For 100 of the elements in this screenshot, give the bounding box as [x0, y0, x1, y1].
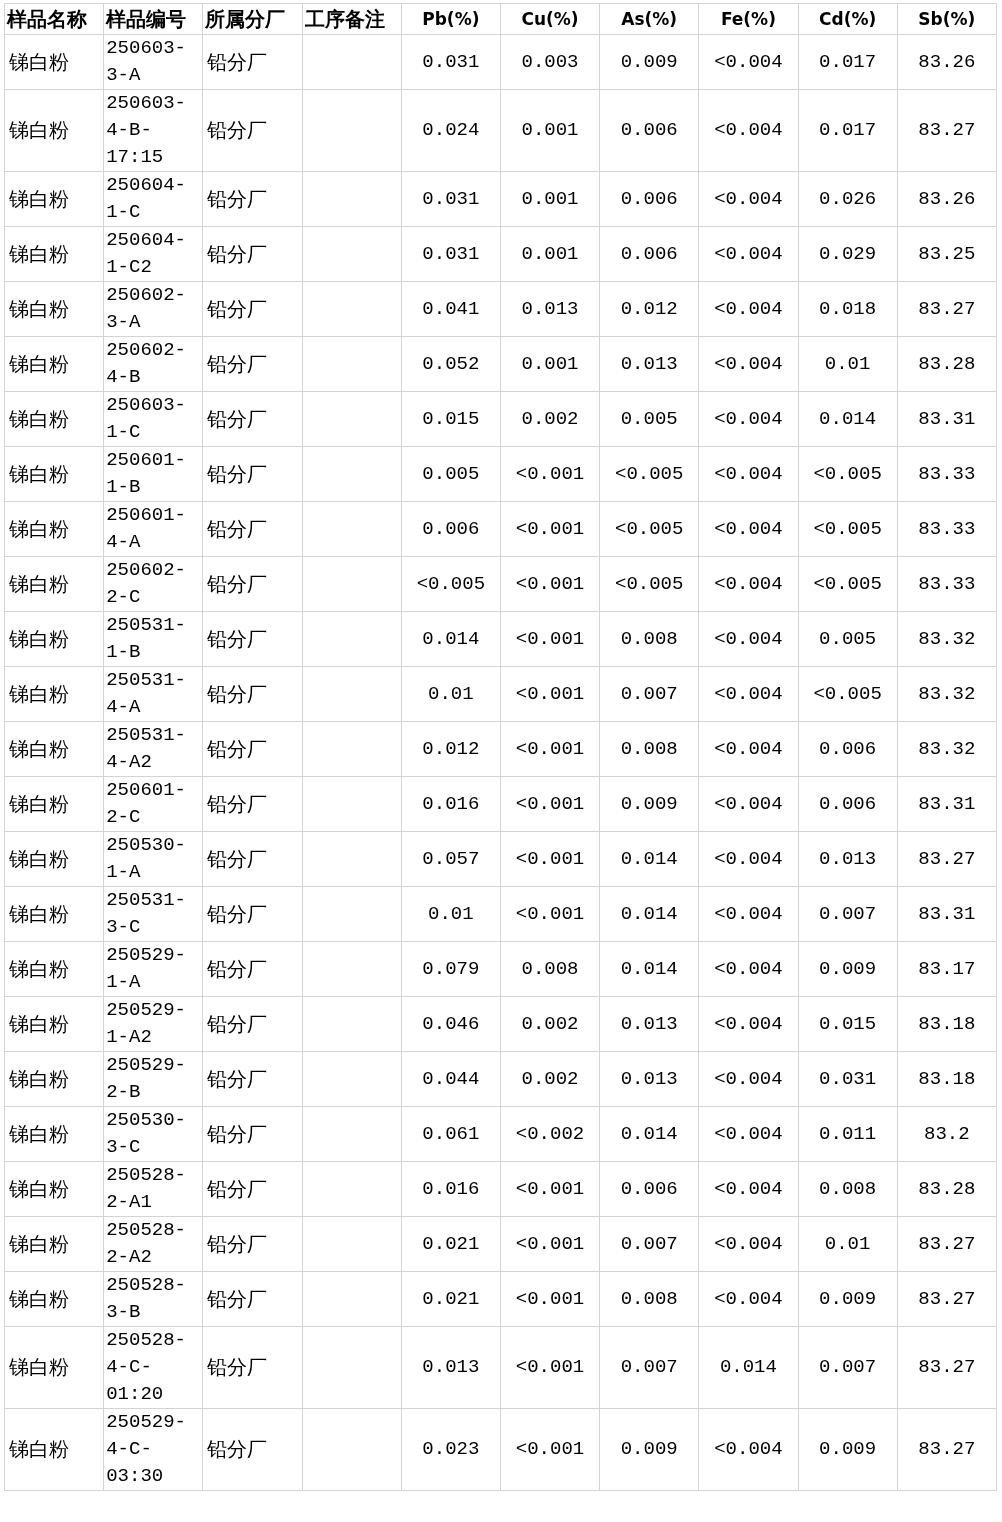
table-cell: 83.26	[897, 34, 997, 90]
table-cell: 0.012	[599, 281, 699, 337]
table-cell: 250528-4-C-01:20	[103, 1326, 203, 1409]
column-header: Sb(%)	[897, 3, 997, 35]
table-cell: 250601-2-C	[103, 776, 203, 832]
column-header: 样品编号	[103, 3, 203, 35]
table-cell: 锑白粉	[4, 721, 104, 777]
table-cell: 0.011	[798, 1106, 898, 1162]
table-cell: <0.005	[798, 556, 898, 612]
table-cell: 0.014	[599, 831, 699, 887]
column-header: Cu(%)	[500, 3, 600, 35]
table-cell: 铅分厂	[202, 611, 303, 667]
table-cell: 锑白粉	[4, 941, 104, 997]
table-cell: 250529-4-C-03:30	[103, 1408, 203, 1491]
table-cell: 锑白粉	[4, 171, 104, 227]
table-cell: <0.004	[698, 336, 798, 392]
table-cell: 铅分厂	[202, 1326, 303, 1409]
table-cell: 锑白粉	[4, 391, 104, 447]
table-cell: <0.001	[500, 611, 600, 667]
table-cell: 250531-3-C	[103, 886, 203, 942]
table-cell: <0.005	[599, 446, 699, 502]
table-cell: 250602-2-C	[103, 556, 203, 612]
table-cell: 铅分厂	[202, 941, 303, 997]
table-cell: 250602-3-A	[103, 281, 203, 337]
table-cell: 锑白粉	[4, 1408, 104, 1491]
table-cell: 83.27	[897, 89, 997, 172]
table-cell: 0.013	[798, 831, 898, 887]
table-cell: <0.004	[698, 996, 798, 1052]
table-cell: 83.28	[897, 336, 997, 392]
table-cell: 0.006	[599, 226, 699, 282]
table-cell: 0.046	[401, 996, 501, 1052]
table-cell: 0.005	[401, 446, 501, 502]
table-cell: 83.28	[897, 1161, 997, 1217]
table-cell: 0.005	[798, 611, 898, 667]
table-cell: 250530-1-A	[103, 831, 203, 887]
table-cell: 0.017	[798, 34, 898, 90]
table-cell: <0.004	[698, 226, 798, 282]
table-cell: 0.002	[500, 391, 600, 447]
table-cell: 250528-3-B	[103, 1271, 203, 1327]
table-cell: 锑白粉	[4, 666, 104, 722]
table-cell: 83.17	[897, 941, 997, 997]
table-cell: <0.004	[698, 1051, 798, 1107]
table-cell: 0.007	[599, 1216, 699, 1272]
table-cell: 铅分厂	[202, 996, 303, 1052]
table-cell: 0.031	[401, 171, 501, 227]
table-cell: 0.013	[599, 996, 699, 1052]
table-cell: 锑白粉	[4, 1106, 104, 1162]
table-cell: <0.004	[698, 34, 798, 90]
table-cell: <0.001	[500, 1161, 600, 1217]
table-cell: 0.014	[401, 611, 501, 667]
table-cell: 锑白粉	[4, 556, 104, 612]
table-cell: 铅分厂	[202, 446, 303, 502]
table-cell: <0.001	[500, 556, 600, 612]
table-cell: 铅分厂	[202, 1106, 303, 1162]
table-cell: 铅分厂	[202, 1408, 303, 1491]
table-cell: 锑白粉	[4, 336, 104, 392]
table-cell: 0.001	[500, 336, 600, 392]
table-cell: 0.01	[401, 666, 501, 722]
table-cell: 0.009	[798, 1271, 898, 1327]
table-cell: <0.004	[698, 171, 798, 227]
table-cell: 锑白粉	[4, 281, 104, 337]
column-header: 样品名称	[4, 3, 104, 35]
table-cell: <0.001	[500, 1216, 600, 1272]
table-cell: <0.001	[500, 886, 600, 942]
table-cell: 锑白粉	[4, 1161, 104, 1217]
table-cell: 0.016	[401, 1161, 501, 1217]
table-cell: 250531-1-B	[103, 611, 203, 667]
table-cell: 0.029	[798, 226, 898, 282]
table-cell: 83.27	[897, 831, 997, 887]
table-cell: 0.014	[698, 1326, 798, 1409]
table-cell: 0.013	[401, 1326, 501, 1409]
column-header: Fe(%)	[698, 3, 798, 35]
table-cell: 250529-2-B	[103, 1051, 203, 1107]
table-cell: <0.004	[698, 611, 798, 667]
table-cell: <0.001	[500, 1326, 600, 1409]
table-cell: 83.27	[897, 1408, 997, 1491]
table-cell: 铅分厂	[202, 1271, 303, 1327]
table-cell: <0.004	[698, 446, 798, 502]
table-cell: <0.001	[500, 831, 600, 887]
table-cell: 0.031	[798, 1051, 898, 1107]
table-cell: 0.009	[798, 941, 898, 997]
table-cell: 83.2	[897, 1106, 997, 1162]
table-cell: 250528-2-A2	[103, 1216, 203, 1272]
table-cell: 锑白粉	[4, 446, 104, 502]
table-cell: 250603-4-B-17:15	[103, 89, 203, 172]
table-cell: 0.01	[401, 886, 501, 942]
table-cell: 0.006	[401, 501, 501, 557]
table-cell: 83.33	[897, 501, 997, 557]
table-cell: 铅分厂	[202, 336, 303, 392]
table-cell: <0.005	[798, 666, 898, 722]
table-cell: 铅分厂	[202, 34, 303, 90]
table-cell: 0.008	[599, 611, 699, 667]
table-cell: <0.004	[698, 776, 798, 832]
table-cell: 83.32	[897, 666, 997, 722]
table-cell: 83.26	[897, 171, 997, 227]
table-cell: 0.006	[798, 776, 898, 832]
table-cell: 铅分厂	[202, 226, 303, 282]
table-cell: <0.004	[698, 1106, 798, 1162]
table-cell: 0.052	[401, 336, 501, 392]
table-cell: 83.32	[897, 721, 997, 777]
